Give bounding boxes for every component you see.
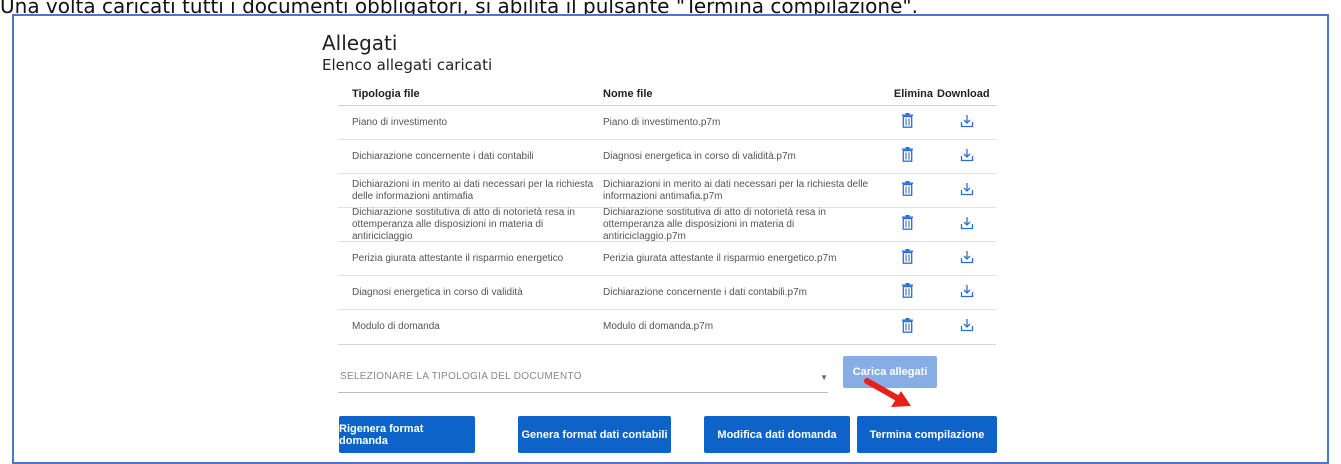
cell-file-type: Dichiarazione concernente i dati contabi… [352,150,534,162]
download-icon[interactable] [960,216,974,230]
cell-file-name: Piano di investimento.p7m [603,116,721,128]
cell-file-type: Dichiarazione sostitutiva di atto di not… [352,206,575,242]
attachments-table: Tipologia file Nome file Elimina Downloa… [338,82,996,345]
chevron-down-icon: ▼ [820,373,828,382]
trash-icon[interactable] [901,181,914,196]
download-icon[interactable] [960,182,974,196]
cell-file-name: Dichiarazione sostitutiva di atto di not… [603,206,826,242]
trash-icon[interactable] [901,317,914,333]
trash-icon[interactable] [901,249,914,264]
cell-file-name: Modulo di domanda.p7m [603,321,714,332]
section-title: Allegati [322,31,398,55]
cell-file-type: Modulo di domanda [352,321,440,332]
cell-file-type: Diagnosi energetica in corso di validità [352,286,523,298]
cell-file-name: Perizia giurata attestante il risparmio … [603,252,837,264]
table-row: Dichiarazioni in merito ai dati necessar… [338,174,996,208]
table-row: Diagnosi energetica in corso di validità… [338,276,996,310]
table-row: Piano di investimento Piano di investimen… [338,106,996,140]
select-placeholder: SELEZIONARE LA TIPOLOGIA DEL DOCUMENTO [340,371,582,382]
cell-file-type: Dichiarazioni in merito ai dati necessar… [352,178,594,202]
header-file-name: Nome file [603,87,653,100]
header-file-type: Tipologia file [352,87,420,100]
download-icon[interactable] [960,284,974,298]
modify-application-data-button[interactable]: Modifica dati domanda [704,416,850,453]
regenerate-application-format-button[interactable]: Rigenera format domanda [339,416,475,453]
trash-icon[interactable] [901,147,914,162]
table-row: Perizia giurata attestante il risparmio … [338,242,996,276]
table-row: Dichiarazione concernente i dati contabi… [338,140,996,174]
table-header: Tipologia file Nome file Elimina Downloa… [338,82,996,106]
section-subtitle: Elenco allegati caricati [322,56,493,74]
red-arrow-annotation [864,378,911,407]
cell-file-type: Piano di investimento [352,116,448,128]
download-icon[interactable] [960,318,974,332]
document-type-select[interactable]: SELEZIONARE LA TIPOLOGIA DEL DOCUMENTO ▼ [338,364,828,393]
header-download: Download [937,87,990,100]
download-icon[interactable] [960,250,974,264]
table-row: Modulo di domanda Modulo di domanda.p7m [338,310,996,344]
download-icon[interactable] [960,114,974,128]
trash-icon[interactable] [901,215,914,230]
table-row: Dichiarazione sostitutiva di atto di not… [338,206,996,242]
cell-file-name: Dichiarazione concernente i dati contabi… [603,286,808,298]
download-icon[interactable] [960,148,974,162]
cell-file-type: Perizia giurata attestante il risparmio … [352,252,564,264]
cell-file-name: Dichiarazioni in merito ai dati necessar… [603,178,869,202]
trash-icon[interactable] [901,113,914,128]
header-delete: Elimina [893,87,933,100]
generate-accounting-format-button[interactable]: Genera format dati contabili [518,416,671,453]
finish-compilation-button[interactable]: Termina compilazione [857,416,997,453]
trash-icon[interactable] [901,283,914,298]
cell-file-name: Diagnosi energetica in corso di validità… [603,150,796,162]
